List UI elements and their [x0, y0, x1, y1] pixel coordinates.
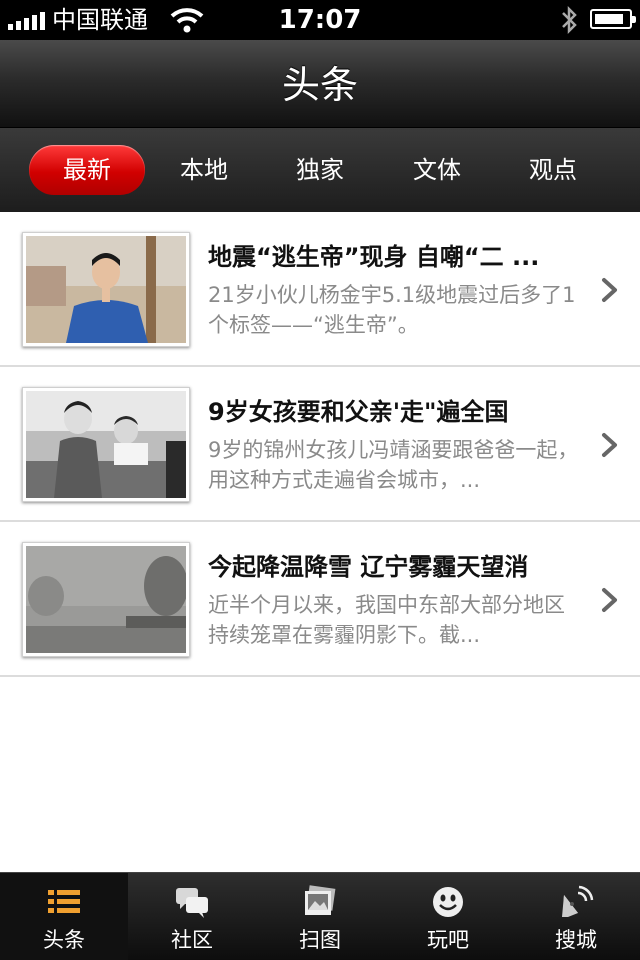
news-thumbnail [22, 387, 190, 502]
news-summary: 21岁小伙儿杨金宇5.1级地震过后多了1个标签——“逃生帝”。 [208, 283, 576, 337]
status-time: 17:07 [278, 5, 362, 35]
chevron-right-icon [602, 588, 617, 612]
chevron-right-icon [602, 433, 617, 457]
bottom-tab-scan[interactable]: 扫图 [256, 873, 384, 960]
status-bar: 中国联通 17:07 [0, 0, 640, 40]
page-title: 头条 [281, 63, 358, 107]
chevron-right-icon [602, 278, 617, 302]
bottom-tab-label: 社区 [171, 928, 213, 952]
tab-exclusive[interactable]: 独家 [262, 145, 378, 195]
category-tabs: 最新 本地 独家 文体 观点 [0, 128, 640, 212]
photo-icon [305, 885, 336, 915]
smiley-icon [433, 887, 463, 917]
nav-bar: 头条 [0, 40, 640, 128]
news-item[interactable]: 地震“逃生帝”现身 自嘲“二 ... 21岁小伙儿杨金宇5.1级地震过后多了1个… [0, 212, 640, 367]
news-headline: 9岁女孩要和父亲'走"遍全国 [208, 398, 509, 426]
news-headline: 今起降温降雪 辽宁雾霾天望消 [208, 553, 529, 581]
news-list: 地震“逃生帝”现身 自嘲“二 ... 21岁小伙儿杨金宇5.1级地震过后多了1个… [0, 212, 640, 677]
tab-culture-sports[interactable]: 文体 [379, 145, 495, 195]
list-icon [48, 890, 80, 913]
news-headline: 地震“逃生帝”现身 自嘲“二 ... [208, 243, 540, 271]
news-thumbnail [22, 542, 190, 657]
news-photo-man [26, 236, 186, 343]
news-item[interactable]: 今起降温降雪 辽宁雾霾天望消 近半个月以来，我国中东部大部分地区持续笼罩在雾霾阴… [0, 522, 640, 677]
tab-latest[interactable]: 最新 [29, 145, 145, 195]
chat-bubbles-icon [176, 888, 208, 918]
bottom-tab-label: 扫图 [299, 928, 341, 952]
news-summary: 9岁的锦州女孩儿冯靖涵要跟爸爸一起，用这种方式走遍省会城市，... [208, 438, 579, 492]
bottom-tab-label: 搜城 [555, 928, 597, 952]
bottom-tab-label: 头条 [43, 928, 85, 952]
bluetooth-icon [562, 5, 577, 35]
news-summary: 近半个月以来，我国中东部大部分地区持续笼罩在雾霾阴影下。截... [208, 593, 565, 647]
battery-icon [590, 9, 636, 29]
bottom-tab-community[interactable]: 社区 [128, 873, 256, 960]
news-item[interactable]: 9岁女孩要和父亲'走"遍全国 9岁的锦州女孩儿冯靖涵要跟爸爸一起，用这种方式走遍… [0, 367, 640, 522]
satellite-dish-icon [562, 885, 594, 917]
bottom-tab-label: 玩吧 [427, 928, 469, 952]
bottom-tab-play[interactable]: 玩吧 [384, 873, 512, 960]
tab-local[interactable]: 本地 [146, 145, 262, 195]
bottom-tab-bar: 头条 社区 扫图 玩吧 搜城 [0, 872, 640, 960]
tab-opinion[interactable]: 观点 [495, 145, 611, 195]
news-thumbnail [22, 232, 190, 347]
bottom-tab-headlines[interactable]: 头条 [0, 873, 128, 960]
news-photo-girls [26, 391, 186, 498]
bottom-tab-search-city[interactable]: 搜城 [512, 873, 640, 960]
news-photo-smog [26, 546, 186, 653]
